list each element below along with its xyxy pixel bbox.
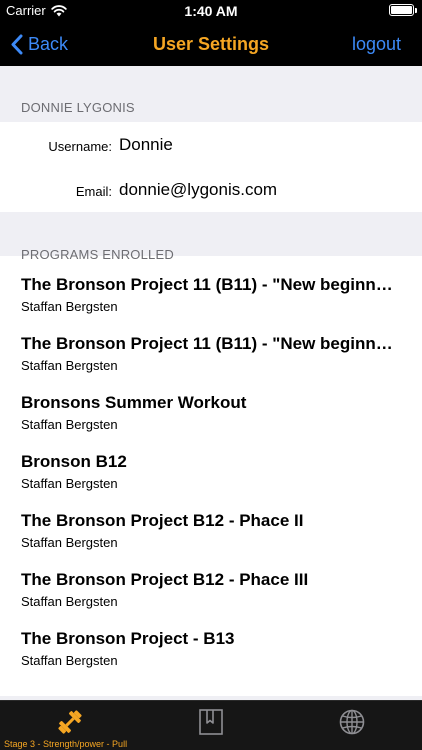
email-value: donnie@lygonis.com [119,180,278,199]
user-info-group: Username: Donnie Email: donnie@lygonis.c… [0,122,422,212]
tab-community[interactable] [282,701,422,750]
battery-icon [389,4,417,16]
program-item[interactable]: The Bronson Project B12 - Phace III Staf… [0,558,422,617]
user-section-header: DONNIE LYGONIS [21,100,135,115]
tab-bar: Stage 3 - Strength/power - Pull [0,700,422,750]
email-label: Email: [75,184,112,199]
programs-section-header: PROGRAMS ENROLLED [21,247,174,262]
program-item[interactable]: The Bronson Project B12 - Phace II Staff… [0,499,422,558]
user-settings-screen: Carrier 1:40 AM Back User Settings logou… [0,0,422,750]
navigation-bar: Back User Settings logout [0,22,422,66]
program-item[interactable]: The Bronson Project 11 (B11) - "New begi… [0,322,422,381]
email-row: Email: donnie@lygonis.com [0,167,422,212]
program-author: Staffan Bergsten [21,653,118,668]
program-title: The Bronson Project - B13 [21,629,235,648]
battery-level [391,6,412,14]
program-title: The Bronson Project B12 - Phace II [21,511,304,530]
tab-programs[interactable] [141,701,281,750]
username-label: Username: [48,139,112,154]
program-item[interactable]: The Bronson Project 11 (B11) - "New begi… [0,263,422,322]
program-author: Staffan Bergsten [21,417,118,432]
username-row: Username: Donnie [0,122,422,167]
tab-workout-label: Stage 3 - Strength/power - Pull [4,739,128,749]
program-author: Staffan Bergsten [21,594,118,609]
program-title: The Bronson Project B12 - Phace III [21,570,309,589]
program-item[interactable]: Bronson B12 Staffan Bergsten [0,440,422,499]
program-title: The Bronson Project 11 (B11) - "New begi… [21,275,394,294]
bookmark-icon [199,709,223,735]
dumbbell-icon [58,710,82,734]
program-author: Staffan Bergsten [21,299,118,314]
program-title: Bronsons Summer Workout [21,393,247,412]
program-author: Staffan Bergsten [21,476,118,491]
username-value: Donnie [119,135,173,154]
status-time: 1:40 AM [184,3,238,19]
program-item[interactable]: The Bronson Project - B13 Staffan Bergst… [0,617,422,676]
program-title: Bronson B12 [21,452,127,471]
globe-icon [339,709,365,735]
programs-list: The Bronson Project 11 (B11) - "New begi… [0,256,422,696]
program-author: Staffan Bergsten [21,535,118,550]
tab-workout[interactable]: Stage 3 - Strength/power - Pull [0,701,140,750]
battery-cap [415,8,417,13]
settings-table[interactable]: DONNIE LYGONIS Username: Donnie Email: d… [0,66,422,700]
program-title: The Bronson Project 11 (B11) - "New begi… [21,334,394,353]
program-item[interactable]: Bronsons Summer Workout Staffan Bergsten [0,381,422,440]
status-bar: Carrier 1:40 AM [0,0,422,22]
logout-button[interactable]: logout [352,22,401,66]
program-author: Staffan Bergsten [21,358,118,373]
